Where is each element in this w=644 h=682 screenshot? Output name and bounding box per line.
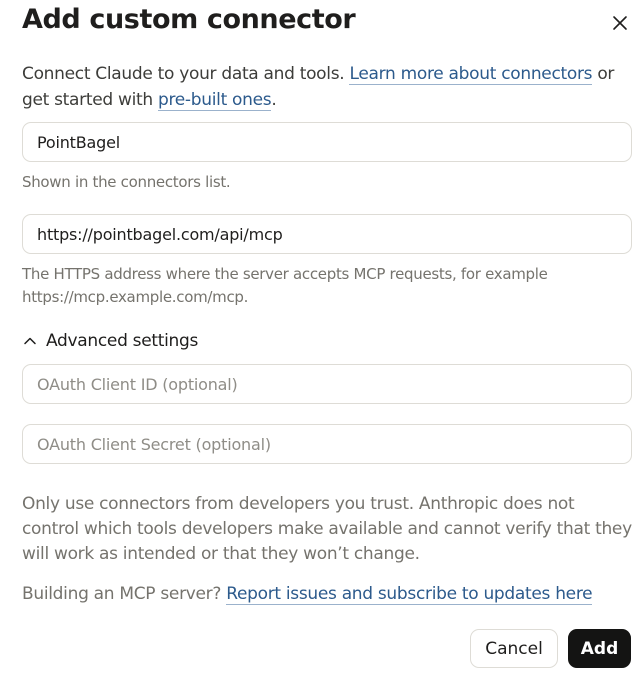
connector-url-input[interactable]: [22, 214, 632, 254]
add-custom-connector-dialog: Add custom connector Connect Claude to y…: [0, 0, 644, 682]
advanced-settings-toggle[interactable]: Advanced settings: [22, 329, 198, 353]
close-icon: [613, 16, 627, 30]
learn-more-connectors-link[interactable]: Learn more about connectors: [349, 64, 593, 85]
cancel-button[interactable]: Cancel: [470, 629, 558, 668]
trust-warning-text: Only use connectors from developers you …: [22, 494, 632, 564]
close-button[interactable]: [606, 9, 634, 37]
name-help-text: Shown in the connectors list.: [22, 173, 231, 191]
building-mcp-text: Building an MCP server? Report issues an…: [22, 582, 593, 607]
building-mcp-prompt: Building an MCP server?: [22, 584, 227, 604]
intro-text-before: Connect Claude to your data and tools.: [22, 64, 350, 84]
url-help-text: The HTTPS address where the server accep…: [22, 265, 548, 306]
oauth-client-id-input[interactable]: [22, 364, 632, 404]
prebuilt-connectors-link[interactable]: pre-built ones: [157, 90, 272, 111]
chevron-up-icon: [24, 337, 36, 345]
dialog-title: Add custom connector: [22, 4, 356, 35]
connector-name-input[interactable]: [22, 122, 632, 162]
intro-text-after: .: [271, 90, 277, 110]
intro-text: Connect Claude to your data and tools. L…: [22, 61, 622, 113]
advanced-settings-label: Advanced settings: [46, 331, 199, 351]
oauth-client-secret-input[interactable]: [22, 424, 632, 464]
add-button[interactable]: Add: [568, 629, 631, 668]
report-issues-link[interactable]: Report issues and subscribe to updates h…: [226, 584, 593, 605]
